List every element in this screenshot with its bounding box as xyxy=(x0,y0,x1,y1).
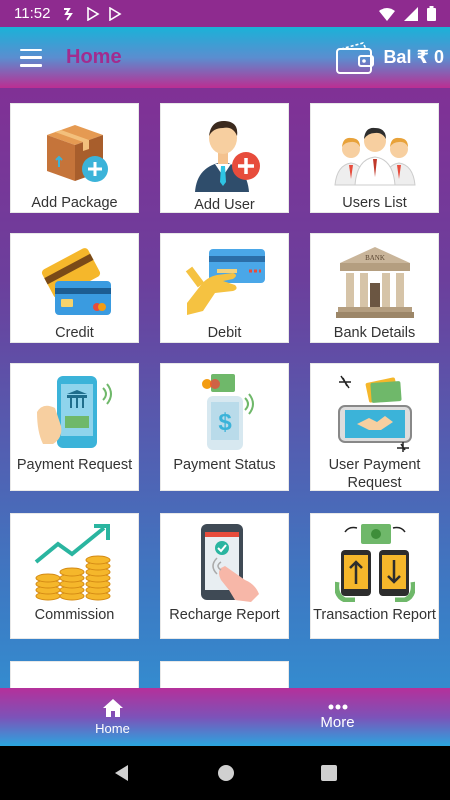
phone-payment-icon xyxy=(30,372,120,452)
back-icon[interactable] xyxy=(113,764,131,782)
debit-card-hand-icon xyxy=(180,242,270,320)
system-icons xyxy=(379,6,436,21)
phones-transfer-icon xyxy=(330,522,420,602)
tile-payment-request[interactable]: Payment Request xyxy=(10,363,139,491)
tile-label: Recharge Report xyxy=(169,607,280,623)
tile-user-payment-request[interactable]: User Payment Request xyxy=(310,363,439,491)
phone-touch-icon xyxy=(180,522,270,602)
package-add-icon xyxy=(30,112,120,190)
balance-display[interactable]: Bal ₹ 0 xyxy=(335,41,444,75)
status-bar: 11:52 xyxy=(0,0,450,27)
tile-label: Add Package xyxy=(31,195,118,211)
handshake-phone-icon xyxy=(330,372,420,452)
nav-home-label: Home xyxy=(95,721,130,736)
nav-more[interactable]: More xyxy=(225,688,450,746)
user-add-icon xyxy=(180,112,270,192)
tile-recharge-report[interactable]: Recharge Report xyxy=(160,513,289,639)
tile-partial-2[interactable] xyxy=(160,661,289,688)
app-screen: 11:52 Home Bal ₹ 0 Add Package Add User … xyxy=(0,0,450,800)
system-navigation-bar xyxy=(0,746,450,800)
tile-label: Transaction Report xyxy=(313,607,436,623)
bottom-navigation: Home More xyxy=(0,688,450,746)
dashboard-grid: Add Package Add User Users List Credit D… xyxy=(0,88,450,688)
credit-cards-icon xyxy=(30,242,120,320)
notification-icons xyxy=(62,6,122,22)
battery-icon xyxy=(427,6,436,21)
more-dots-icon xyxy=(328,704,347,710)
home-icon xyxy=(102,699,123,717)
nav-home[interactable]: Home xyxy=(0,688,225,746)
tile-debit[interactable]: Debit xyxy=(160,233,289,343)
play-store-icon xyxy=(109,6,122,21)
tile-payment-status[interactable]: $ Payment Status xyxy=(160,363,289,491)
svg-text:BANK: BANK xyxy=(365,254,385,262)
tile-label: Add User xyxy=(194,197,255,213)
users-group-icon xyxy=(330,112,420,190)
tile-add-user[interactable]: Add User xyxy=(160,103,289,213)
svg-text:$: $ xyxy=(218,409,232,436)
hand-coin-icon xyxy=(180,670,270,688)
recents-icon[interactable] xyxy=(321,765,337,781)
hamburger-menu-icon[interactable] xyxy=(20,48,42,67)
tile-commission[interactable]: Commission xyxy=(10,513,139,639)
tile-add-package[interactable]: Add Package xyxy=(10,103,139,213)
balance-label: Bal ₹ 0 xyxy=(383,47,444,67)
tile-credit[interactable]: Credit xyxy=(10,233,139,343)
phone-dollar-icon: $ xyxy=(180,372,270,452)
coins-growth-icon xyxy=(30,522,120,602)
tile-label: Debit xyxy=(207,325,242,341)
tile-label: Users List xyxy=(342,195,407,211)
tile-bank-details[interactable]: BANK Bank Details xyxy=(310,233,439,343)
tile-users-list[interactable]: Users List xyxy=(310,103,439,213)
tile-transaction-report[interactable]: Transaction Report xyxy=(310,513,439,639)
alarm-icon xyxy=(64,7,74,21)
page-title: Home xyxy=(66,46,122,68)
app-bar: Home Bal ₹ 0 xyxy=(0,27,450,88)
home-circle-icon[interactable] xyxy=(217,764,235,782)
pencil-icon xyxy=(30,670,120,688)
play-store-icon xyxy=(87,6,100,21)
wallet-icon xyxy=(336,41,375,74)
tile-label: Commission xyxy=(34,607,115,623)
wifi-icon xyxy=(379,7,395,21)
tile-label: Payment Request xyxy=(16,457,133,473)
signal-icon xyxy=(404,6,418,21)
tile-label: User Payment Request xyxy=(328,457,421,491)
status-time: 11:52 xyxy=(14,5,51,22)
tile-label: Bank Details xyxy=(333,325,416,341)
nav-more-label: More xyxy=(320,714,355,731)
tile-label: Payment Status xyxy=(173,457,276,473)
tile-partial-1[interactable] xyxy=(10,661,139,688)
bank-icon: BANK xyxy=(330,242,420,320)
tile-label: Credit xyxy=(55,325,94,341)
